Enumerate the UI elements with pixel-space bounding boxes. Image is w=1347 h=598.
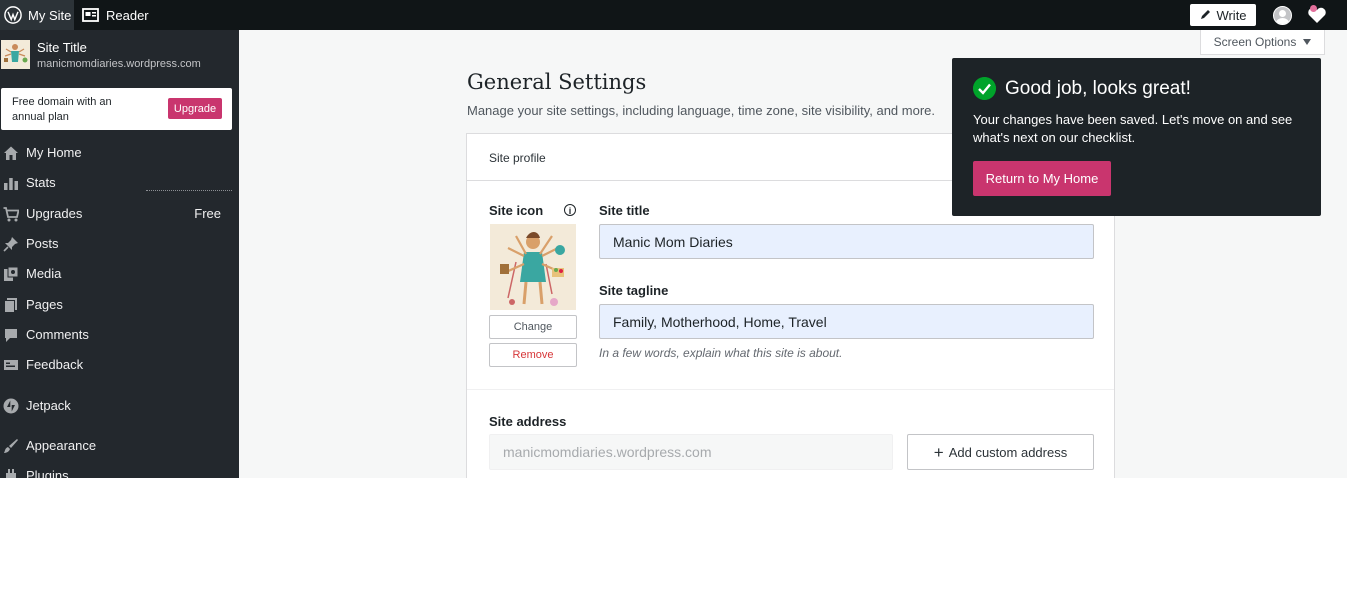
caret-down-icon bbox=[1303, 39, 1312, 45]
sidebar-item-label: Media bbox=[26, 266, 62, 281]
top-bar: My Site Reader Write bbox=[0, 0, 1347, 30]
reader-button[interactable]: Reader bbox=[82, 0, 149, 30]
app-window: My Site Reader Write Site Title manicmom… bbox=[0, 0, 1347, 478]
feedback-icon bbox=[4, 360, 18, 370]
checkmark-icon bbox=[973, 77, 996, 100]
sidebar: Site Title manicmomdiaries.wordpress.com… bbox=[0, 30, 239, 478]
avatar-icon[interactable] bbox=[1273, 6, 1292, 25]
cart-icon bbox=[3, 207, 19, 222]
add-custom-address-label: Add custom address bbox=[948, 444, 1068, 460]
stats-sparkline bbox=[146, 190, 232, 191]
sidebar-item-appearance[interactable]: Appearance bbox=[0, 434, 239, 458]
site-address-label: Site address bbox=[489, 414, 567, 429]
site-title: Site Title bbox=[37, 40, 87, 55]
tagline-help-text: In a few words, explain what this site i… bbox=[599, 346, 843, 360]
wordpress-icon bbox=[4, 6, 22, 24]
info-icon[interactable]: i bbox=[564, 204, 576, 216]
sidebar-item-label: Pages bbox=[26, 297, 63, 312]
screen-options-button[interactable]: Screen Options bbox=[1200, 30, 1325, 55]
stats-icon bbox=[4, 178, 18, 190]
site-title-label: Site title bbox=[599, 203, 650, 218]
site-icon-label: Site icon bbox=[489, 203, 544, 218]
change-icon-button[interactable]: Change bbox=[489, 315, 577, 339]
sidebar-item-my-home[interactable]: My Home bbox=[0, 141, 239, 165]
sidebar-item-jetpack[interactable]: Jetpack bbox=[0, 394, 239, 418]
screen-options-label: Screen Options bbox=[1213, 35, 1297, 49]
site-tagline-input[interactable]: Family, Motherhood, Home, Travel bbox=[599, 304, 1094, 339]
pin-icon bbox=[3, 237, 18, 252]
site-card[interactable]: Site Title manicmomdiaries.wordpress.com bbox=[0, 36, 239, 76]
toast-body: Your changes have been saved. Let's move… bbox=[973, 112, 1293, 145]
pages-icon bbox=[4, 298, 17, 313]
success-toast: Good job, looks great! Your changes have… bbox=[952, 58, 1321, 216]
sidebar-item-label: Upgrades bbox=[26, 206, 83, 221]
divider bbox=[467, 389, 1114, 390]
comment-icon bbox=[5, 329, 17, 342]
sidebar-item-label: Stats bbox=[26, 175, 56, 190]
my-site-label: My Site bbox=[28, 7, 72, 23]
site-thumbnail bbox=[1, 40, 30, 69]
sidebar-item-plugins[interactable]: Plugins bbox=[0, 464, 239, 478]
sidebar-item-label: Comments bbox=[26, 327, 89, 342]
sidebar-item-upgrades[interactable]: Upgrades Free bbox=[0, 202, 239, 226]
remove-icon-button[interactable]: Remove bbox=[489, 343, 577, 367]
notification-dot bbox=[1310, 5, 1317, 12]
sidebar-item-label: Appearance bbox=[26, 438, 97, 453]
write-label: Write bbox=[1216, 7, 1247, 23]
brush-icon bbox=[4, 439, 18, 453]
sidebar-item-label: Plugins bbox=[26, 468, 69, 478]
plus-icon: + bbox=[933, 442, 944, 462]
return-to-my-home-button[interactable]: Return to My Home bbox=[973, 161, 1111, 196]
media-icon bbox=[4, 266, 19, 281]
domain-promo-text: Free domain with an annual plan bbox=[12, 96, 112, 123]
sidebar-item-posts[interactable]: Posts bbox=[0, 232, 239, 256]
sidebar-item-feedback[interactable]: Feedback bbox=[0, 353, 239, 377]
site-address-input[interactable]: manicmomdiaries.wordpress.com bbox=[489, 434, 893, 470]
toast-title: Good job, looks great! bbox=[1005, 78, 1191, 99]
write-button[interactable]: Write bbox=[1190, 4, 1256, 26]
sidebar-item-comments[interactable]: Comments bbox=[0, 323, 239, 347]
sidebar-item-pages[interactable]: Pages bbox=[0, 293, 239, 317]
plugin-icon bbox=[6, 469, 16, 478]
pencil-icon bbox=[1201, 10, 1211, 19]
site-title-input[interactable]: Manic Mom Diaries bbox=[599, 224, 1094, 259]
sidebar-item-label: My Home bbox=[26, 145, 82, 160]
page-subtitle: Manage your site settings, including lan… bbox=[467, 103, 936, 118]
sidebar-item-label: Feedback bbox=[26, 357, 84, 372]
home-icon bbox=[4, 146, 18, 160]
page-title: General Settings bbox=[467, 70, 647, 94]
site-url: manicmomdiaries.wordpress.com bbox=[37, 58, 201, 70]
domain-promo: Free domain with an annual plan Upgrade bbox=[1, 88, 232, 130]
my-site-button[interactable]: My Site bbox=[0, 0, 74, 30]
card-header-label: Site profile bbox=[489, 151, 546, 165]
jetpack-icon bbox=[3, 398, 19, 414]
add-custom-address-button[interactable]: + Add custom address bbox=[907, 434, 1094, 470]
sidebar-item-stats[interactable]: Stats bbox=[0, 171, 239, 195]
reader-icon bbox=[82, 8, 99, 22]
upgrade-button[interactable]: Upgrade bbox=[168, 98, 222, 119]
sidebar-item-label: Jetpack bbox=[26, 398, 71, 413]
site-icon-image bbox=[490, 224, 576, 310]
site-tagline-label: Site tagline bbox=[599, 283, 669, 298]
sidebar-item-media[interactable]: Media bbox=[0, 262, 239, 286]
reader-label: Reader bbox=[106, 7, 149, 23]
upgrades-badge: Free bbox=[194, 206, 221, 221]
sidebar-item-label: Posts bbox=[26, 236, 59, 251]
